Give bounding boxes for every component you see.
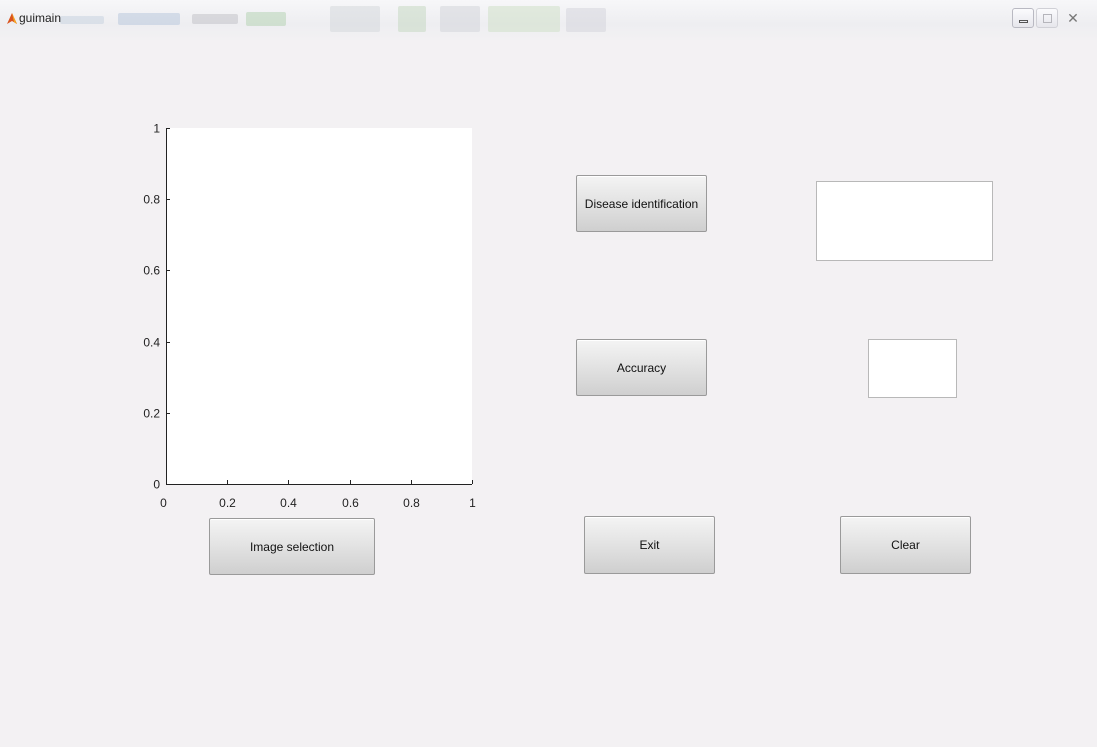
- y-tick-label: 0.2: [143, 407, 160, 421]
- gui-window: guimain ✕ 0 0.2 0.4 0.6 0.8 1 0 0.2 0.4 0.6 0.8 1 D…: [0, 0, 1097, 747]
- y-tick-label: 0: [153, 478, 160, 492]
- disease-result-box: [816, 181, 993, 261]
- x-tick-label: 0: [160, 496, 167, 510]
- accuracy-button[interactable]: Accuracy: [576, 339, 707, 396]
- x-tick-label: 0.4: [280, 496, 297, 510]
- x-tick-label: 0.2: [219, 496, 236, 510]
- y-tick-label: 0.6: [143, 264, 160, 278]
- x-tick-label: 1: [469, 496, 476, 510]
- y-tick-label: 0.8: [143, 193, 160, 207]
- x-tick-label: 0.8: [403, 496, 420, 510]
- x-tick-label: 0.6: [342, 496, 359, 510]
- y-tick-label: 0.4: [143, 336, 160, 350]
- accuracy-result-box: [868, 339, 957, 398]
- y-tick-label: 1: [153, 122, 160, 136]
- exit-button[interactable]: Exit: [584, 516, 715, 574]
- clear-button[interactable]: Clear: [840, 516, 971, 574]
- image-selection-button[interactable]: Image selection: [209, 518, 375, 575]
- disease-identification-button[interactable]: Disease identification: [576, 175, 707, 232]
